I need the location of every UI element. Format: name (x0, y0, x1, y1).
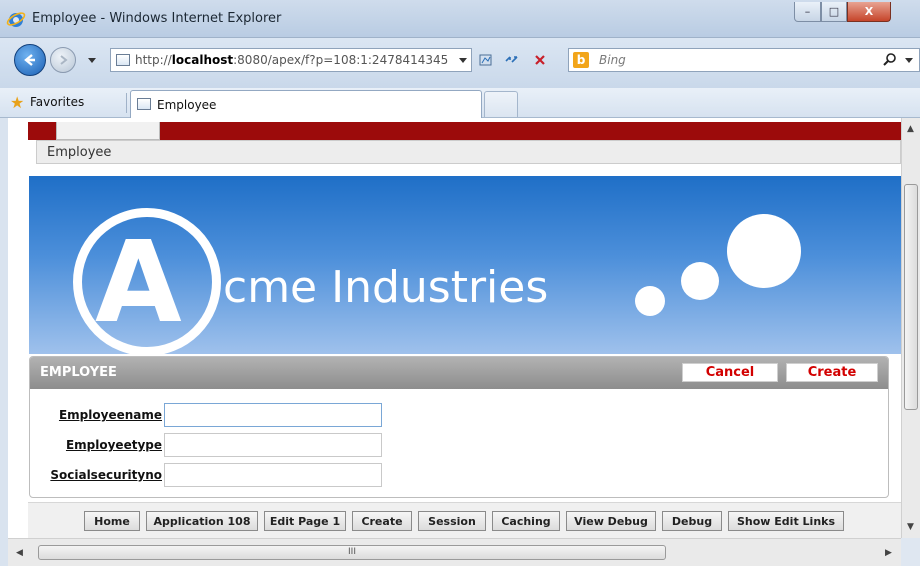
vertical-scroll-thumb[interactable] (904, 184, 918, 410)
form-row-employeetype: Employeetype (30, 433, 430, 459)
breadcrumb: Employee (36, 140, 901, 164)
new-tab-button[interactable] (484, 91, 518, 117)
cancel-button[interactable]: Cancel (682, 363, 778, 382)
dev-view-debug-button[interactable]: View Debug (566, 511, 656, 531)
developer-toolbar: Home Application 108 Edit Page 1 Create … (28, 502, 901, 538)
logo-letter: A (95, 218, 182, 348)
bing-icon: b (573, 52, 589, 68)
breadcrumb-item[interactable]: Employee (47, 145, 111, 160)
stop-icon (535, 55, 545, 65)
back-icon (24, 54, 35, 66)
socialsecurityno-label[interactable]: Socialsecurityno (50, 468, 162, 482)
dev-create-button[interactable]: Create (352, 511, 412, 531)
employee-region: EMPLOYEE Cancel Create Employeename Empl… (29, 356, 889, 498)
tab-label: Employee (157, 98, 217, 112)
decorative-dot (635, 286, 665, 316)
favorites-star-icon: ★ (10, 93, 25, 112)
stop-button[interactable] (530, 50, 550, 70)
dev-home-button[interactable]: Home (84, 511, 140, 531)
dev-show-edit-links-button[interactable]: Show Edit Links (728, 511, 844, 531)
region-header: EMPLOYEE Cancel Create (30, 357, 888, 389)
close-button[interactable]: X (847, 2, 891, 22)
window-title: Employee - Windows Internet Explorer (32, 11, 282, 26)
page-icon (116, 54, 130, 66)
tab-employee[interactable]: Employee (130, 90, 482, 118)
compat-icon (479, 54, 492, 66)
minimize-icon: – (804, 5, 811, 18)
minimize-button[interactable]: – (794, 2, 821, 22)
address-dropdown[interactable] (459, 58, 467, 63)
window-frame (0, 118, 8, 566)
socialsecurityno-field[interactable] (164, 463, 382, 487)
horizontal-scroll-thumb[interactable]: III (38, 545, 666, 560)
active-nav-tab[interactable] (56, 122, 160, 140)
dev-application-button[interactable]: Application 108 (146, 511, 258, 531)
scroll-right-icon[interactable]: ▶ (885, 548, 892, 558)
company-name: cme Industries (223, 262, 549, 313)
ie-icon (6, 12, 26, 27)
title-bar: Employee - Windows Internet Explorer – □… (0, 0, 920, 38)
scrollbar-corner (901, 538, 920, 566)
address-input[interactable]: http://localhost:8080/apex/f?p=108:1:247… (110, 48, 472, 72)
vertical-scrollbar[interactable]: ▲ ▼ (901, 118, 920, 538)
favorites-bar: ★ Favorites Employee (0, 88, 920, 118)
maximize-icon: □ (828, 5, 840, 18)
refresh-icon (505, 56, 518, 63)
scroll-left-icon[interactable]: ◀ (16, 548, 23, 558)
dev-session-button[interactable]: Session (418, 511, 486, 531)
create-button[interactable]: Create (786, 363, 878, 382)
search-placeholder: Bing (599, 53, 626, 67)
refresh-button[interactable] (502, 50, 522, 70)
maximize-button[interactable]: □ (821, 2, 847, 22)
decorative-dot (681, 262, 719, 300)
dev-debug-button[interactable]: Debug (662, 511, 722, 531)
form-row-socialsecurityno: Socialsecurityno (30, 463, 430, 489)
region-title: EMPLOYEE (40, 365, 117, 380)
employeename-field[interactable] (164, 403, 382, 427)
recent-pages-dropdown[interactable] (88, 58, 96, 63)
favorites-button[interactable]: Favorites (30, 95, 84, 109)
url-text: http://localhost:8080/apex/f?p=108:1:247… (135, 53, 449, 67)
employeename-label[interactable]: Employeename (59, 408, 162, 422)
horizontal-scrollbar[interactable]: ◀ III ▶ (8, 538, 901, 566)
scroll-up-icon[interactable]: ▲ (907, 124, 914, 134)
address-toolbar: http://localhost:8080/apex/f?p=108:1:247… (0, 38, 920, 88)
search-icon[interactable] (883, 52, 897, 66)
employeetype-label[interactable]: Employeetype (66, 438, 162, 452)
scroll-down-icon[interactable]: ▼ (907, 522, 914, 532)
close-icon: X (864, 5, 874, 18)
compat-view-button[interactable] (476, 50, 496, 70)
dev-edit-page-button[interactable]: Edit Page 1 (264, 511, 346, 531)
company-banner: A cme Industries (29, 176, 901, 354)
back-button[interactable] (14, 44, 46, 76)
separator (126, 93, 127, 113)
forward-button[interactable] (50, 47, 76, 73)
page-viewport: Employee A cme Industries EMPLOYEE Cance… (8, 118, 901, 538)
decorative-dot (727, 214, 801, 288)
employeetype-field[interactable] (164, 433, 382, 457)
dev-caching-button[interactable]: Caching (492, 511, 560, 531)
search-input[interactable]: b Bing (568, 48, 920, 72)
page-icon (137, 98, 151, 110)
search-dropdown[interactable] (905, 58, 913, 63)
forward-icon (60, 55, 68, 65)
form-row-employeename: Employeename (30, 403, 430, 429)
